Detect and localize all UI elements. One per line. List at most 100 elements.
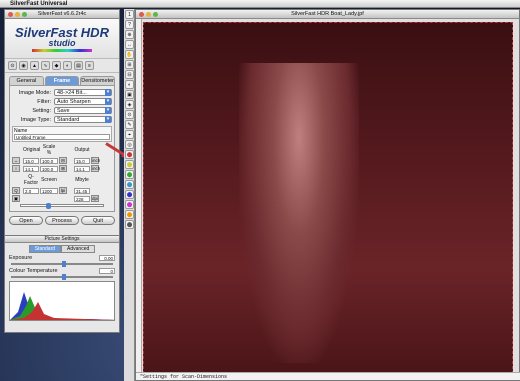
- output-header: Output: [74, 147, 90, 153]
- magnify-icon[interactable]: ⊙: [8, 61, 17, 70]
- orange-tool-icon[interactable]: ⬤: [125, 210, 134, 219]
- colour-temp-slider[interactable]: [11, 274, 113, 280]
- histogram-icon[interactable]: ▲: [30, 61, 39, 70]
- yellow-tool-icon[interactable]: ⬤: [125, 160, 134, 169]
- tab-general[interactable]: General: [9, 76, 44, 85]
- output-height-field[interactable]: 14.1: [74, 165, 90, 172]
- prescan-close-button[interactable]: [139, 12, 144, 17]
- process-button[interactable]: Process: [45, 216, 79, 225]
- picture-settings-title: Picture Settings: [44, 236, 80, 242]
- prescan-window-controls: [139, 12, 158, 17]
- flip-icon[interactable]: ↔: [125, 40, 134, 49]
- name-box: Name Untitled Frame: [12, 126, 112, 142]
- blue-tool-icon[interactable]: ⬤: [125, 190, 134, 199]
- output-width-field[interactable]: 15.0: [74, 157, 90, 164]
- tab-frame[interactable]: Frame: [44, 76, 80, 85]
- pen-icon[interactable]: ✎: [125, 120, 134, 129]
- exposure-label: Exposure: [9, 255, 33, 261]
- grain-icon[interactable]: ⊙: [125, 110, 134, 119]
- prescan-title: SilverFast HDR Boat_Lady.jpf: [291, 11, 364, 17]
- tool-icon-row: ⊙ ◉ ▲ ∿ ◆ ◐ ▤ ≡: [5, 59, 119, 73]
- tab-advanced[interactable]: Advanced: [61, 245, 96, 253]
- gray-tool-icon[interactable]: ⬤: [125, 220, 134, 229]
- unit-height[interactable]: inch: [91, 165, 100, 172]
- colour-temp-value[interactable]: 0: [99, 268, 115, 274]
- open-button[interactable]: Open: [9, 216, 43, 225]
- control-panel-titlebar: SilverFast v6.6.2r4c: [5, 10, 119, 19]
- unit-width[interactable]: inch: [91, 157, 100, 164]
- prescan-image[interactable]: [143, 22, 513, 374]
- frame-add-icon[interactable]: ⊞: [125, 60, 134, 69]
- resolution-unit[interactable]: dpi: [91, 195, 99, 202]
- name-field[interactable]: Untitled Frame: [14, 134, 110, 140]
- colour-temp-knob[interactable]: [62, 274, 66, 280]
- filter-row: Filter: Auto Sharpen: [12, 97, 112, 106]
- selective-color-icon[interactable]: ◆: [52, 61, 61, 70]
- green-tool-icon[interactable]: ⬤: [125, 170, 134, 179]
- zoom-icon[interactable]: ⊕: [125, 30, 134, 39]
- quit-button[interactable]: Quit: [81, 216, 115, 225]
- image-type-select[interactable]: Standard: [54, 116, 112, 123]
- resolution-field[interactable]: 228: [74, 195, 90, 202]
- app-menu[interactable]: SilverFast Universal: [10, 1, 67, 7]
- minimize-button[interactable]: [15, 12, 20, 17]
- crop-icon[interactable]: ▣: [125, 90, 134, 99]
- scale-header: Scale %: [42, 144, 56, 156]
- image-type-row: Image Type: Standard: [12, 115, 112, 124]
- dust-icon[interactable]: ◈: [125, 100, 134, 109]
- original-height-field[interactable]: 14.1: [23, 165, 39, 172]
- tab-densitometer[interactable]: Densitometer: [80, 76, 115, 85]
- picture-settings-panel: Picture Settings Standard Advanced Expos…: [4, 235, 120, 333]
- picture-settings-tabs: Standard Advanced: [5, 245, 119, 253]
- tool-1-icon[interactable]: 1: [125, 10, 134, 19]
- screen-unit[interactable]: lpi: [59, 187, 67, 194]
- color-wheel-icon[interactable]: ◉: [19, 61, 28, 70]
- crosshair-icon[interactable]: ⌖: [125, 130, 134, 139]
- prescan-window: SilverFast HDR Boat_Lady.jpf "Settings f…: [135, 9, 520, 381]
- cyan-tool-icon[interactable]: ⬤: [125, 180, 134, 189]
- screen-header: Screen: [41, 177, 57, 183]
- color-cast-icon[interactable]: ◐: [63, 61, 72, 70]
- slider-knob[interactable]: [45, 203, 51, 209]
- close-button[interactable]: [8, 12, 13, 17]
- picture-settings-titlebar: Picture Settings: [5, 236, 119, 243]
- image-mode-select[interactable]: 48->24 Bit...: [54, 89, 112, 96]
- magenta-tool-icon[interactable]: ⬤: [125, 200, 134, 209]
- target-icon[interactable]: ◎: [125, 140, 134, 149]
- settings-icon[interactable]: ≡: [85, 61, 94, 70]
- exposure-slider[interactable]: [11, 261, 113, 267]
- histogram-display: [9, 281, 116, 321]
- menu-bar: SilverFast Universal: [0, 0, 520, 8]
- exposure-value[interactable]: 0.00: [99, 255, 115, 261]
- tab-standard[interactable]: Standard: [28, 245, 62, 253]
- vertical-toolbar: 1 ? ⊕ ↔ ✋ ⊞ ⊟ ◐ ▣ ◈ ⊙ ✎ ⌖ ◎ ⬤ ⬤ ⬤ ⬤ ⬤ ⬤ …: [124, 9, 135, 381]
- quality-grid: Q-Factor Screen Mbyte Q 2.0 1200 lpi 31.…: [12, 174, 112, 202]
- frame-remove-icon[interactable]: ⊟: [125, 70, 134, 79]
- contrast-icon[interactable]: ◐: [125, 80, 134, 89]
- filter-select[interactable]: Auto Sharpen: [54, 98, 112, 105]
- prescan-zoom-button[interactable]: [153, 12, 158, 17]
- qfactor-field[interactable]: 2.0: [23, 187, 39, 194]
- qfactor-icon: Q: [12, 187, 20, 194]
- help-icon[interactable]: ?: [125, 20, 134, 29]
- scale-width-field[interactable]: 100.0: [40, 157, 58, 164]
- red-tool-icon[interactable]: ⬤: [125, 150, 134, 159]
- gradation-icon[interactable]: ∿: [41, 61, 50, 70]
- scale-height-field[interactable]: 100.0: [40, 165, 58, 172]
- width-icon: ↔: [12, 157, 20, 164]
- mbyte-header: Mbyte: [75, 177, 89, 183]
- zoom-button[interactable]: [22, 12, 27, 17]
- histogram-graph: [10, 292, 116, 320]
- setting-select[interactable]: Save: [54, 107, 112, 114]
- link-icon[interactable]: ⊞: [59, 165, 67, 172]
- original-width-field[interactable]: 15.0: [23, 157, 39, 164]
- filter-icon[interactable]: ▤: [74, 61, 83, 70]
- lock-icon[interactable]: ⊟: [59, 157, 67, 164]
- mbyte-field: 31.45: [74, 187, 90, 194]
- status-text: "Settings for Scan-Dimensions: [140, 373, 228, 380]
- exposure-knob[interactable]: [62, 261, 66, 267]
- hand-icon[interactable]: ✋: [125, 50, 134, 59]
- prescan-minimize-button[interactable]: [146, 12, 151, 17]
- screen-field[interactable]: 1200: [40, 187, 58, 194]
- resolution-slider[interactable]: [20, 203, 104, 209]
